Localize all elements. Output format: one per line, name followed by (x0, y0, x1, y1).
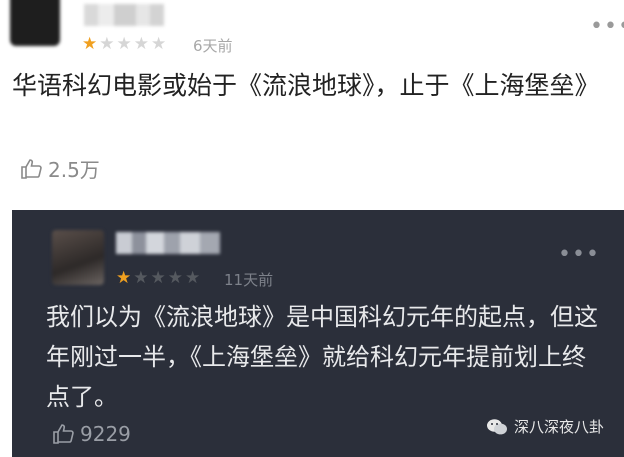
divider (0, 198, 624, 210)
watermark-text: 深八深夜八卦 (514, 418, 605, 436)
star-rating: ★ ★ ★ ★ ★ (116, 270, 200, 287)
more-options-icon[interactable]: ••• (558, 242, 600, 267)
star-empty-icon: ★ (150, 268, 166, 288)
avatar[interactable] (10, 0, 60, 46)
like-button[interactable]: 2.5万 (20, 154, 100, 183)
like-count: 2.5万 (48, 158, 100, 182)
comment-time: 6天前 (193, 37, 233, 55)
thumbs-up-icon (53, 424, 74, 444)
thumbs-up-icon (21, 158, 42, 179)
more-options-icon[interactable]: ••• (590, 14, 624, 39)
comment-text: 我们以为《流浪地球》是中国科幻元年的起点，但这年刚过一半，《上海堡垒》就给科幻元… (46, 303, 598, 411)
username-blurred[interactable] (116, 232, 220, 254)
star-empty-icon: ★ (116, 34, 132, 54)
star-empty-icon: ★ (151, 34, 167, 54)
star-rating: ★ ★ ★ ★ ★ (82, 36, 166, 53)
like-count: 9229 (80, 422, 131, 446)
star-filled-icon: ★ (82, 34, 98, 54)
like-button[interactable]: 9229 (52, 422, 131, 446)
star-empty-icon: ★ (99, 34, 115, 54)
watermark: 深八深夜八卦 (486, 416, 604, 437)
star-empty-icon: ★ (167, 268, 183, 288)
star-empty-icon: ★ (185, 268, 201, 288)
star-filled-icon: ★ (116, 268, 132, 288)
star-empty-icon: ★ (133, 268, 149, 288)
comment-text: 华语科幻电影或始于《流浪地球》，止于《上海堡垒》 (12, 71, 600, 100)
wechat-icon (487, 418, 507, 434)
avatar[interactable] (52, 230, 104, 285)
comment-time: 11天前 (224, 271, 274, 289)
username-blurred[interactable] (84, 4, 164, 26)
star-empty-icon: ★ (133, 34, 149, 54)
comment-card-1: ★ ★ ★ ★ ★ 6天前 ••• 华语科幻电影或始于《流浪地球》，止于《上海堡… (0, 0, 624, 198)
